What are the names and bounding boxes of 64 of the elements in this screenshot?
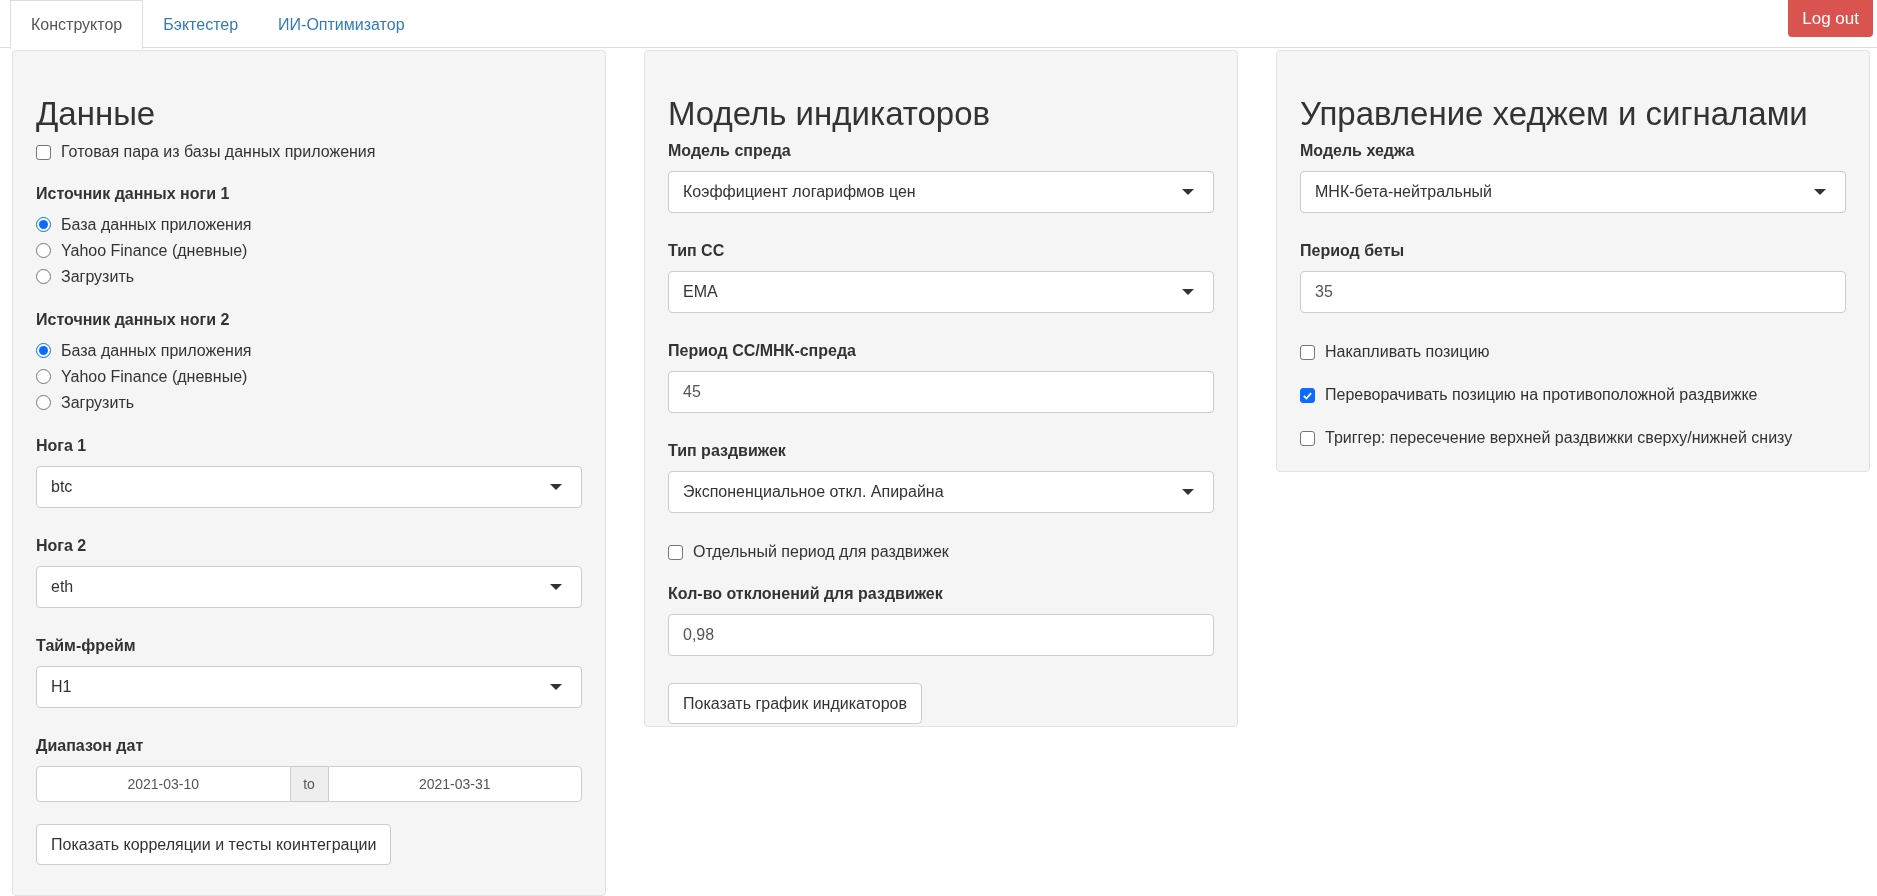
field-label: Нога 2 <box>36 536 88 556</box>
panel-title: Модель индикаторов <box>668 94 992 134</box>
checkbox[interactable] <box>36 144 51 160</box>
caret-icon <box>1814 189 1826 195</box>
dropdown[interactable]: btc <box>36 466 582 508</box>
checkbox[interactable] <box>1300 430 1315 446</box>
dropdown[interactable]: H1 <box>36 666 582 708</box>
radio-label: База данных приложения <box>61 340 252 361</box>
field-label: Тип раздвижек <box>668 441 787 461</box>
radio-button[interactable] <box>36 243 51 258</box>
input-field[interactable]: 0,98 <box>668 614 1214 656</box>
tab[interactable]: Бэктестер <box>143 0 259 49</box>
dropdown[interactable]: EMA <box>668 271 1214 313</box>
dropdown[interactable]: eth <box>36 566 582 608</box>
radio-button[interactable] <box>36 217 51 232</box>
input-field[interactable]: 35 <box>1300 271 1846 313</box>
panel-title: Данные <box>36 94 157 134</box>
radio-button[interactable] <box>36 269 51 284</box>
field-label: Источник данных ноги 1 <box>36 184 231 204</box>
radio-button[interactable] <box>36 343 51 358</box>
field-label: Период СС/МНК-спреда <box>668 341 857 361</box>
checkbox-label: Накапливать позицию <box>1325 342 1490 362</box>
checkbox[interactable] <box>668 544 683 560</box>
field-label: Модель хеджа <box>1300 141 1416 161</box>
field-label: Диапазон дат <box>36 736 145 756</box>
date-separator: to <box>290 766 328 802</box>
start-date-field[interactable]: 2021-03-10 <box>36 766 291 802</box>
field-label: Тип СС <box>668 241 726 261</box>
checkbox-label: Переворачивать позицию на противоположной раздвижке <box>1325 385 1758 405</box>
radio-label: Загрузить <box>61 392 135 413</box>
dropdown[interactable]: Коэффициент логарифмов цен <box>668 171 1214 213</box>
checkbox-label: Триггер: пересечение верхней раздвижки сверху/нижней снизу <box>1325 428 1793 448</box>
radio-label: Загрузить <box>61 266 135 287</box>
dropdown[interactable]: Экспоненциальное откл. Апирайна <box>668 471 1214 513</box>
radio-label: База данных приложения <box>61 214 252 235</box>
checkbox-label: Готовая пара из базы данных приложения <box>61 142 376 162</box>
field-label: Нога 1 <box>36 436 88 456</box>
radio-button[interactable] <box>36 369 51 384</box>
checkbox-label: Отдельный период для раздвижек <box>693 542 949 562</box>
field-label: Тайм-фрейм <box>36 636 137 656</box>
tab[interactable]: ИИ-Оптимизатор <box>258 0 425 49</box>
checkbox[interactable] <box>1300 344 1315 360</box>
action-button[interactable]: Показать корреляции и тесты коинтеграции <box>36 824 392 865</box>
caret-icon <box>1182 289 1194 295</box>
caret-icon <box>550 584 562 590</box>
action-button[interactable]: Показать график индикаторов <box>668 683 922 724</box>
checkbox[interactable] <box>1300 387 1315 403</box>
field-label: Модель спреда <box>668 141 792 161</box>
radio-button[interactable] <box>36 395 51 410</box>
tab[interactable]: Конструктор <box>10 0 144 49</box>
caret-icon <box>550 484 562 490</box>
panel-title: Управление хеджем и сигналами <box>1300 94 1809 134</box>
end-date-field[interactable]: 2021-03-31 <box>327 766 582 802</box>
field-label: Источник данных ноги 2 <box>36 310 231 330</box>
caret-icon <box>1182 189 1194 195</box>
field-label: Кол-во отклонений для раздвижек <box>668 584 944 604</box>
radio-label: Yahoo Finance (дневные) <box>61 240 248 261</box>
radio-label: Yahoo Finance (дневные) <box>61 366 248 387</box>
caret-icon <box>550 684 562 690</box>
dropdown[interactable]: МНК-бета-нейтральный <box>1300 171 1846 213</box>
input-field[interactable]: 45 <box>668 371 1214 413</box>
field-label: Период беты <box>1300 241 1406 261</box>
caret-icon <box>1182 489 1194 495</box>
logout-button[interactable]: Log out <box>1788 0 1873 37</box>
